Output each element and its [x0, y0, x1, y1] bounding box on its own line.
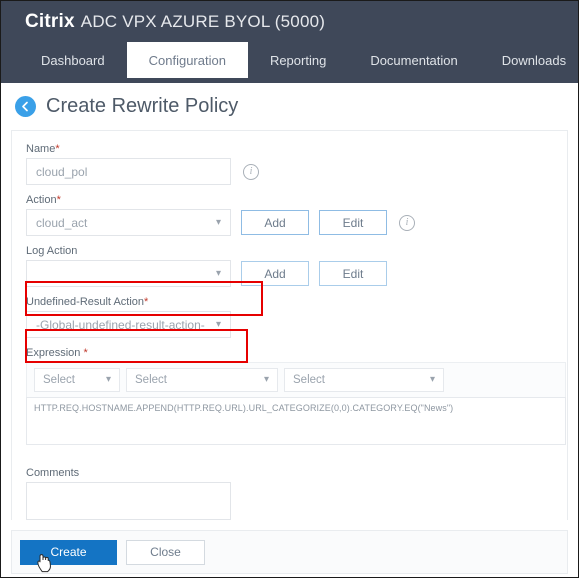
chevron-down-icon: ▾: [216, 320, 221, 330]
field-comments: Comments: [26, 467, 553, 520]
field-undefined-result-action: Undefined-Result Action* -Global-undefin…: [26, 296, 553, 338]
brand-name: Citrix: [25, 11, 75, 33]
expression-select-2[interactable]: Select ▾: [126, 368, 278, 392]
tab-dashboard[interactable]: Dashboard: [19, 42, 127, 78]
expression-textarea[interactable]: HTTP.REQ.HOSTNAME.APPEND(HTTP.REQ.URL).U…: [26, 397, 566, 445]
action-add-button[interactable]: Add: [241, 210, 309, 235]
name-row: cloud_pol i: [26, 158, 553, 185]
form-footer: Create Close: [11, 530, 568, 574]
chevron-down-icon: ▾: [216, 269, 221, 279]
label-undefined-result-action: Undefined-Result Action*: [26, 296, 553, 308]
arrow-left-circle-icon: [19, 100, 32, 113]
close-button[interactable]: Close: [126, 540, 205, 565]
label-comments: Comments: [26, 467, 553, 479]
required-marker: *: [55, 143, 59, 155]
back-button[interactable]: [15, 96, 36, 117]
required-marker: *: [57, 194, 61, 206]
comments-textarea[interactable]: [26, 482, 231, 520]
tab-configuration[interactable]: Configuration: [127, 42, 248, 78]
page-header: Create Rewrite Policy: [1, 83, 578, 128]
field-action: Action* cloud_act ▾ Add Edit i: [26, 194, 553, 236]
application-window: Citrix ADC VPX AZURE BYOL (5000) Dashboa…: [0, 0, 579, 578]
main-tab-bar: Dashboard Configuration Reporting Docume…: [1, 42, 578, 78]
log-action-edit-button[interactable]: Edit: [319, 261, 387, 286]
name-input[interactable]: cloud_pol: [26, 158, 231, 185]
expression-select-3[interactable]: Select ▾: [284, 368, 444, 392]
required-marker: *: [144, 296, 148, 308]
action-select[interactable]: cloud_act ▾: [26, 209, 231, 236]
chevron-down-icon: ▾: [264, 375, 269, 385]
tab-downloads[interactable]: Downloads: [480, 42, 579, 78]
chevron-down-icon: ▾: [106, 375, 111, 385]
brand-bar: Citrix ADC VPX AZURE BYOL (5000): [1, 1, 578, 42]
tab-documentation[interactable]: Documentation: [348, 42, 479, 78]
field-expression: Expression * Select ▾ Select ▾ Select ▾: [26, 347, 553, 445]
log-action-row: ▾ Add Edit: [26, 260, 553, 287]
label-action: Action*: [26, 194, 553, 206]
log-action-add-button[interactable]: Add: [241, 261, 309, 286]
field-log-action: Log Action ▾ Add Edit: [26, 245, 553, 287]
expression-select-1[interactable]: Select ▾: [34, 368, 120, 392]
action-select-value: cloud_act: [36, 216, 87, 230]
action-edit-button[interactable]: Edit: [319, 210, 387, 235]
log-action-select[interactable]: ▾: [26, 260, 231, 287]
undefined-result-action-value: -Global-undefined-result-action-: [36, 318, 205, 332]
field-name: Name* cloud_pol i: [26, 143, 553, 185]
tab-reporting[interactable]: Reporting: [248, 42, 348, 78]
product-name: ADC VPX AZURE BYOL (5000): [81, 12, 325, 32]
page-title: Create Rewrite Policy: [46, 95, 238, 118]
page-content: Create Rewrite Policy Name* cloud_pol i …: [1, 83, 578, 578]
name-info-icon[interactable]: i: [243, 164, 259, 180]
undefined-result-action-select[interactable]: -Global-undefined-result-action- ▾: [26, 311, 231, 338]
create-button[interactable]: Create: [20, 540, 117, 565]
label-name: Name*: [26, 143, 553, 155]
form-card: Name* cloud_pol i Action* cloud_act ▾: [11, 130, 568, 520]
action-info-icon[interactable]: i: [399, 215, 415, 231]
label-expression: Expression *: [26, 347, 553, 359]
required-marker: *: [83, 347, 87, 359]
chevron-down-icon: ▾: [216, 218, 221, 228]
chevron-down-icon: ▾: [430, 375, 435, 385]
action-row: cloud_act ▾ Add Edit i: [26, 209, 553, 236]
label-log-action: Log Action: [26, 245, 553, 257]
expression-builder-bar: Select ▾ Select ▾ Select ▾: [26, 362, 566, 397]
